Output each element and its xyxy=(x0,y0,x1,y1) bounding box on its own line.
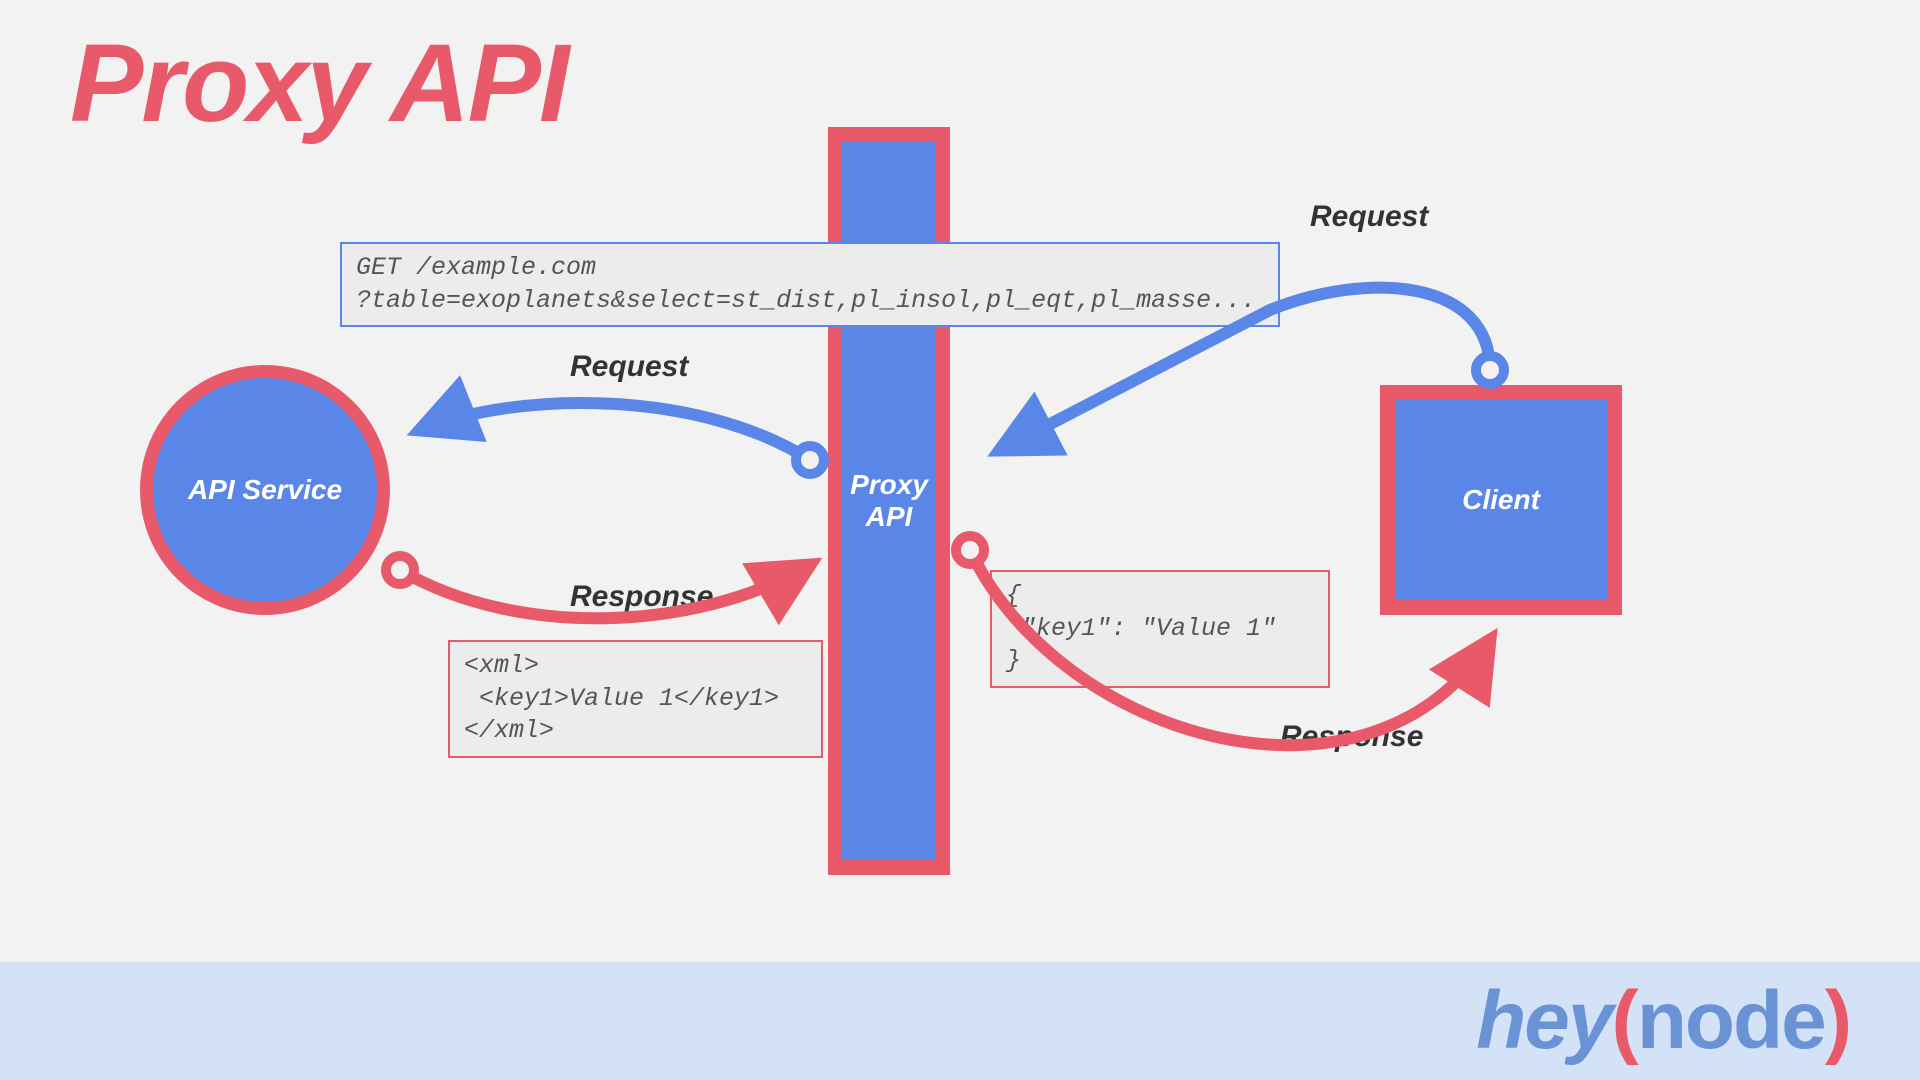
heynode-logo: hey(node) xyxy=(1476,974,1850,1068)
json-response-codebox: { "key1": "Value 1" } xyxy=(990,570,1330,688)
logo-node: node xyxy=(1637,975,1825,1066)
client-node: Client xyxy=(1395,400,1607,600)
arrow-origin-proxy-request xyxy=(796,446,824,474)
request-label-left: Request xyxy=(570,350,688,384)
diagram-title: Proxy API xyxy=(70,20,568,147)
logo-open-paren: ( xyxy=(1612,975,1637,1066)
response-label-right: Response xyxy=(1280,720,1423,754)
arrow-origin-client-request xyxy=(1476,356,1504,384)
api-service-node: API Service xyxy=(153,378,377,602)
arrow-proxy-to-api xyxy=(420,403,810,460)
logo-close-paren: ) xyxy=(1825,975,1850,1066)
proxy-label: Proxy API xyxy=(850,469,928,533)
http-request-codebox: GET /example.com ?table=exoplanets&selec… xyxy=(340,242,1280,327)
request-label-right: Request xyxy=(1310,200,1428,234)
logo-hey: hey xyxy=(1476,975,1611,1066)
client-label: Client xyxy=(1462,484,1540,516)
footer-bar: hey(node) xyxy=(0,962,1920,1080)
arrow-origin-api-response xyxy=(386,556,414,584)
xml-response-codebox: <xml> <key1>Value 1</key1> </xml> xyxy=(448,640,823,758)
arrow-origin-proxy-response xyxy=(956,536,984,564)
api-service-label: API Service xyxy=(188,474,342,506)
response-label-left: Response xyxy=(570,580,713,614)
